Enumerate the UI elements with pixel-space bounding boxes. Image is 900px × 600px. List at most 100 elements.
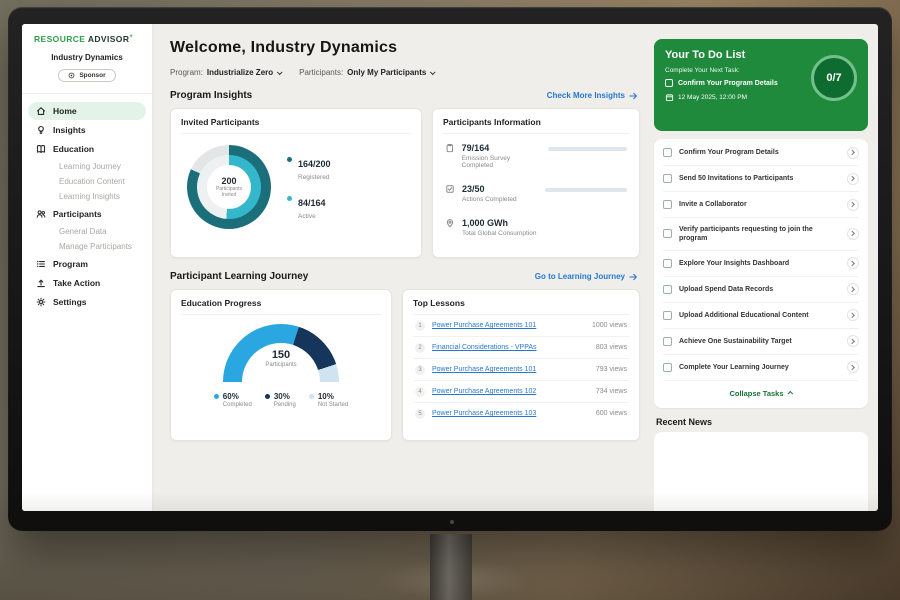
task-row[interactable]: Complete Your Learning Journey <box>663 355 859 381</box>
task-checkbox[interactable] <box>663 337 672 346</box>
task-row[interactable]: Confirm Your Program Details <box>663 140 859 166</box>
todo-progress-value: 0/7 <box>826 72 841 84</box>
lesson-link[interactable]: Power Purchase Agreements 101 <box>432 366 536 373</box>
lesson-link[interactable]: Power Purchase Agreements 102 <box>432 388 536 395</box>
lesson-link[interactable]: Power Purchase Agreements 103 <box>432 410 536 417</box>
lesson-link[interactable]: Financial Considerations - VPPAs <box>432 344 537 351</box>
monitor-bezel: RESOURCE ADVISOR+ Industry Dynamics Spon… <box>8 7 892 531</box>
donut-center-label: Participants Invited <box>212 186 246 198</box>
sponsor-icon <box>68 72 75 79</box>
task-checkbox[interactable] <box>663 148 672 157</box>
task-row[interactable]: Achieve One Sustainability Target <box>663 329 859 355</box>
next-task-checkbox[interactable] <box>665 79 673 87</box>
chevron-right-icon[interactable] <box>847 199 859 211</box>
task-row[interactable]: Upload Additional Educational Content <box>663 303 859 329</box>
legend-dot <box>265 394 270 399</box>
sidebar-item-take-action[interactable]: Take Action <box>28 274 146 292</box>
app-logo: RESOURCE ADVISOR+ <box>22 34 152 44</box>
chevron-down-icon <box>277 69 283 75</box>
legend-dot <box>309 394 314 399</box>
task-checkbox[interactable] <box>663 174 672 183</box>
chevron-right-icon[interactable] <box>847 173 859 185</box>
legend-item-registered: 164/200 Registered <box>287 154 331 181</box>
sidebar-item-insights[interactable]: Insights <box>28 121 146 139</box>
lesson-rank: 2 <box>415 343 425 353</box>
sidebar-item-settings[interactable]: Settings <box>28 293 146 311</box>
chevron-up-icon <box>787 391 793 397</box>
chevron-right-icon[interactable] <box>847 228 859 240</box>
chevron-right-icon[interactable] <box>847 257 859 269</box>
photo-background: RESOURCE ADVISOR+ Industry Dynamics Spon… <box>0 0 900 600</box>
chevron-down-icon <box>430 69 436 75</box>
sidebar-item-participants[interactable]: Participants <box>28 205 146 223</box>
main-content: Welcome, Industry Dynamics Program: Indu… <box>152 24 652 511</box>
participants-filter[interactable]: Participants: Only My Participants <box>299 68 434 77</box>
chevron-right-icon[interactable] <box>847 309 859 321</box>
task-checkbox[interactable] <box>663 259 672 268</box>
sidebar-item-program[interactable]: Program <box>28 255 146 273</box>
legend-value: 164/200 <box>298 159 331 169</box>
program-icon <box>36 259 46 269</box>
chevron-right-icon[interactable] <box>847 335 859 347</box>
gauge-center-label: Participants <box>223 362 339 368</box>
task-row[interactable]: Verify participants requesting to join t… <box>663 218 859 251</box>
legend-item-not-started: 10% Not Started <box>309 392 348 408</box>
lesson-rank: 5 <box>415 409 425 419</box>
sidebar-item-label: Learning Journey <box>59 162 121 171</box>
lesson-link[interactable]: Power Purchase Agreements 101 <box>432 322 536 329</box>
task-row[interactable]: Invite a Collaborator <box>663 192 859 218</box>
actions-icon <box>445 184 455 194</box>
legend-dot <box>287 196 292 201</box>
home-icon <box>36 106 46 116</box>
link-label: Check More Insights <box>547 91 625 100</box>
task-row[interactable]: Upload Spend Data Records <box>663 277 859 303</box>
legend-dot <box>287 157 292 162</box>
arrow-right-icon <box>629 273 638 281</box>
lesson-views: 600 views <box>596 410 627 417</box>
task-checkbox[interactable] <box>663 363 672 372</box>
gauge-legend: 60% Completed 30% Pending 10% Not Starte… <box>214 392 348 408</box>
task-checkbox[interactable] <box>663 285 672 294</box>
emission-progress-bar <box>548 147 627 151</box>
sidebar-item-manage-participants[interactable]: Manage Participants <box>28 239 146 254</box>
task-checkbox[interactable] <box>663 229 672 238</box>
check-more-insights-link[interactable]: Check More Insights <box>547 91 638 100</box>
go-to-learning-journey-link[interactable]: Go to Learning Journey <box>535 272 638 281</box>
card-title: Top Lessons <box>413 298 629 315</box>
task-row[interactable]: Explore Your Insights Dashboard <box>663 251 859 277</box>
sidebar-item-learning-journey[interactable]: Learning Journey <box>28 159 146 174</box>
task-label: Upload Spend Data Records <box>679 285 840 294</box>
sidebar-item-education[interactable]: Education <box>28 140 146 158</box>
sidebar-nav: Home Insights Education Learning Journey… <box>22 93 152 311</box>
org-name: Industry Dynamics <box>22 53 152 62</box>
chevron-right-icon[interactable] <box>847 361 859 373</box>
task-checkbox[interactable] <box>663 200 672 209</box>
sidebar-item-label: Take Action <box>53 278 100 288</box>
settings-icon <box>36 297 46 307</box>
link-label: Go to Learning Journey <box>535 272 625 281</box>
page-title: Welcome, Industry Dynamics <box>170 39 640 57</box>
todo-summary-card: Your To Do List Complete Your Next Task:… <box>654 39 868 131</box>
sidebar-item-general-data[interactable]: General Data <box>28 224 146 239</box>
task-row[interactable]: Send 50 Invitations to Participants <box>663 166 859 192</box>
gauge-center-value: 150 <box>223 349 339 361</box>
program-filter[interactable]: Program: Industrialize Zero <box>170 68 281 77</box>
legend-label: Completed <box>223 402 252 408</box>
stat-emission-survey: 79/164 Emission Survey Completed <box>443 134 629 175</box>
stat-value: 23/50 <box>462 184 517 194</box>
legend-label: Not Started <box>318 402 348 408</box>
collapse-tasks-button[interactable]: Collapse Tasks <box>663 381 859 407</box>
sidebar-item-education-content[interactable]: Education Content <box>28 174 146 189</box>
sidebar-item-home[interactable]: Home <box>28 102 146 120</box>
sidebar-item-learning-insights[interactable]: Learning Insights <box>28 189 146 204</box>
chevron-right-icon[interactable] <box>847 283 859 295</box>
todo-panel: Your To Do List Complete Your Next Task:… <box>652 24 878 511</box>
sidebar-item-label: Insights <box>53 125 86 135</box>
chevron-right-icon[interactable] <box>847 147 859 159</box>
stat-label: Emission Survey Completed <box>462 155 541 169</box>
location-pin-icon <box>445 218 455 228</box>
calendar-icon <box>665 93 674 102</box>
education-progress-card: Education Progress 150 Participants <box>170 289 392 441</box>
task-checkbox[interactable] <box>663 311 672 320</box>
stat-global-consumption: 1,000 GWh Total Global Consumption <box>443 209 629 243</box>
